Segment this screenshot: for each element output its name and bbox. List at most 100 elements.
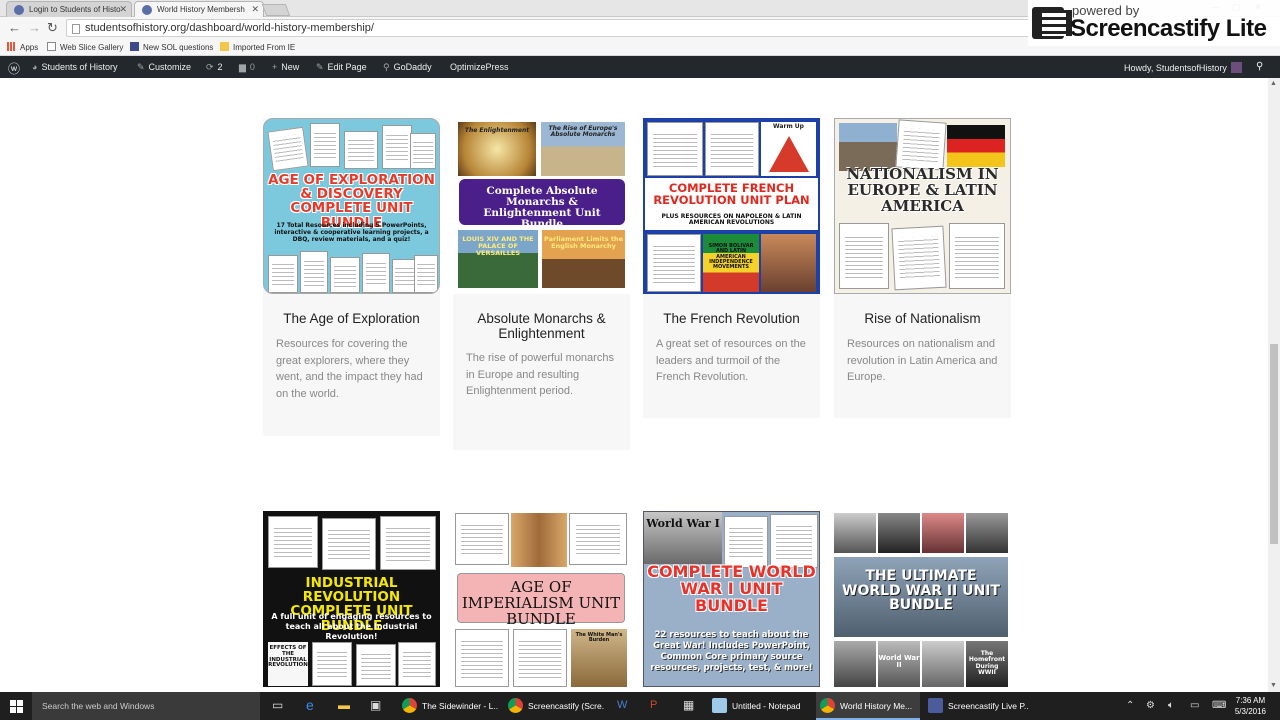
taskbar-app-screencastify[interactable]: Screencastify (Scre...: [504, 692, 604, 720]
bookmark-apps[interactable]: Apps: [7, 42, 38, 52]
product-thumbnail[interactable]: INDUSTRIAL REVOLUTION COMPLETE UNIT BUND…: [263, 511, 440, 687]
worksheet-image: [382, 125, 412, 169]
worksheet-image: [770, 514, 818, 568]
back-arrow-icon[interactable]: ←: [8, 20, 21, 35]
admin-godaddy-link[interactable]: ⚲ GoDaddy: [383, 62, 432, 73]
file-explorer-icon[interactable]: ▬: [338, 698, 350, 712]
admin-customize-link[interactable]: ✎ Customize: [137, 62, 191, 73]
wordpress-logo-icon[interactable]: ⓦ: [8, 60, 20, 77]
product-card-industrial-revolution[interactable]: INDUSTRIAL REVOLUTION COMPLETE UNIT BUND…: [263, 511, 440, 692]
wp-admin-bar: ⓦ ◕ Students of History ✎ Customize ⟳ 2 ▆ 0 …: [0, 56, 1280, 78]
admin-godaddy-label: GoDaddy: [393, 62, 432, 72]
admin-edit-page-link[interactable]: ✎ Edit Page: [316, 62, 367, 73]
worksheet-image: [410, 133, 436, 169]
taskbar-app-notepad[interactable]: Untitled - Notepad: [708, 692, 812, 720]
tab-login[interactable]: Login to Students of Histo ✕: [6, 1, 132, 17]
thumbnail-photo: [947, 125, 1005, 167]
tray-chevron-icon[interactable]: ⌃: [1126, 700, 1134, 711]
product-thumbnail[interactable]: AGE OF EXPLORATION & DISCOVERY COMPLETE …: [263, 118, 440, 294]
taskbar-app-world-history[interactable]: World History Me...: [816, 692, 920, 720]
product-thumbnail[interactable]: NATIONALISM IN EUROPE & LATIN AMERICA: [834, 118, 1011, 294]
product-title[interactable]: The French Revolution: [643, 311, 820, 326]
product-title[interactable]: The Age of Exploration: [263, 311, 440, 326]
product-card-exploration[interactable]: AGE OF EXPLORATION & DISCOVERY COMPLETE …: [263, 118, 440, 436]
bookmark-web-slice[interactable]: Web Slice Gallery: [47, 42, 123, 52]
product-card-imperialism[interactable]: AGE OF IMPERIALISM UNIT BUNDLE The White…: [453, 511, 630, 692]
admin-new-link[interactable]: + New: [272, 62, 299, 72]
taskbar-clock[interactable]: 7:36 AM 5/3/2016: [1235, 695, 1266, 717]
site-favicon-icon: [14, 5, 24, 15]
thumbnail-photo: World War II: [878, 641, 920, 687]
calculator-icon[interactable]: ▦: [683, 698, 694, 712]
product-title[interactable]: Rise of Nationalism: [834, 311, 1011, 326]
admin-site-link[interactable]: ◕ Students of History: [32, 62, 117, 72]
product-thumbnail[interactable]: The Enlightenment The Rise of Europe's A…: [453, 118, 630, 294]
product-card-nationalism[interactable]: NATIONALISM IN EUROPE & LATIN AMERICA Ri…: [834, 118, 1011, 418]
product-card-absolute-monarchs[interactable]: The Enlightenment The Rise of Europe's A…: [453, 118, 630, 450]
worksheet-image: [895, 119, 947, 171]
product-thumbnail[interactable]: AGE OF IMPERIALISM UNIT BUNDLE The White…: [453, 511, 630, 687]
tray-app-icon[interactable]: ⚙: [1146, 700, 1155, 711]
brush-icon: ✎: [137, 62, 145, 72]
scroll-down-icon[interactable]: ▼: [1270, 682, 1277, 689]
word-icon[interactable]: W: [617, 699, 627, 711]
bookmark-folder-ie[interactable]: Imported From IE: [220, 42, 295, 52]
volume-icon[interactable]: 🔈︎: [1168, 700, 1174, 711]
worksheet-image: [705, 122, 759, 176]
thumbnail-headline: AGE OF IMPERIALISM UNIT BUNDLE: [461, 578, 621, 628]
page-icon: [72, 24, 80, 34]
thumbnail-photo: World War I: [644, 512, 722, 564]
admin-comments-link[interactable]: ▆ 0: [239, 62, 255, 73]
admin-account-link[interactable]: Howdy, StudentsofHistory: [1124, 62, 1242, 73]
admin-customize-label: Customize: [148, 62, 192, 72]
page-scrollbar[interactable]: ▲ ▼: [1268, 78, 1280, 692]
worksheet-image: [398, 642, 436, 686]
network-icon[interactable]: ▭: [1190, 700, 1199, 711]
admin-updates-link[interactable]: ⟳ 2: [206, 62, 223, 73]
godaddy-icon: ⚲: [383, 62, 390, 72]
product-card-world-war-i[interactable]: World War I COMPLETE WORLD WAR I UNIT BU…: [643, 511, 820, 692]
worksheet-image: [267, 126, 309, 172]
thumbnail-caption: EFFECTS OF THE INDUSTRIAL REVOLUTION: [268, 645, 308, 669]
taskbar-app-label: Screencastify (Scre...: [528, 701, 604, 711]
thumbnail-subtitle: PLUS RESOURCES ON NAPOLEON & LATIN AMERI…: [661, 213, 802, 227]
thumbnail-photo: [761, 234, 816, 292]
scroll-up-icon[interactable]: ▲: [1270, 80, 1277, 87]
thumbnail-subtitle: 17 Total Resources including 5 PowerPoin…: [274, 222, 429, 244]
plus-icon: +: [272, 62, 278, 72]
product-card-world-war-ii[interactable]: THE ULTIMATE WORLD WAR II UNIT BUNDLE Wo…: [834, 511, 1011, 692]
worksheet-image: [414, 255, 438, 293]
product-thumbnail[interactable]: THE ULTIMATE WORLD WAR II UNIT BUNDLE Wo…: [834, 511, 1011, 687]
close-icon[interactable]: ✕: [251, 4, 259, 15]
taskbar-app-screencastify-live[interactable]: Screencastify Live P...: [924, 692, 1028, 720]
task-view-icon[interactable]: ▭: [272, 698, 283, 712]
new-tab-button[interactable]: [261, 4, 291, 16]
admin-optimizepress-link[interactable]: OptimizePress: [450, 62, 509, 72]
site-favicon-icon: [142, 5, 152, 15]
product-thumbnail[interactable]: Warm Up COMPLETE FRENCH REVOLUTION UNIT …: [643, 118, 820, 294]
windows-start-icon[interactable]: [10, 700, 23, 713]
admin-new-label: New: [281, 62, 300, 72]
product-thumbnail[interactable]: World War I COMPLETE WORLD WAR I UNIT BU…: [643, 511, 820, 687]
search-icon[interactable]: ⚲: [1256, 61, 1263, 72]
tab-label: World History Membersh: [157, 5, 245, 14]
product-title[interactable]: Absolute Monarchs & Enlightenment: [453, 311, 630, 341]
tab-world-history[interactable]: World History Membersh ✕: [134, 1, 264, 17]
bookmark-sol[interactable]: New SOL questions: [130, 42, 213, 52]
edge-icon[interactable]: e: [306, 697, 314, 713]
forward-arrow-icon[interactable]: →: [28, 20, 41, 35]
powerpoint-icon[interactable]: P: [650, 699, 657, 711]
watermark-line2: Screencastify Lite: [1070, 15, 1267, 42]
page-icon: [47, 42, 56, 51]
worksheet-image: [322, 518, 376, 570]
taskbar-search-box[interactable]: Search the web and Windows: [32, 692, 260, 720]
scrollbar-thumb[interactable]: [1270, 344, 1278, 544]
close-icon[interactable]: ✕: [119, 4, 127, 15]
taskbar-search-placeholder: Search the web and Windows: [42, 701, 155, 711]
product-card-french-revolution[interactable]: Warm Up COMPLETE FRENCH REVOLUTION UNIT …: [643, 118, 820, 418]
taskbar-app-sidewinder[interactable]: The Sidewinder - L...: [398, 692, 498, 720]
thumbnail-caption: The White Man's Burden: [575, 632, 623, 644]
keyboard-icon[interactable]: ⌨: [1212, 700, 1226, 711]
reload-icon[interactable]: ↻: [47, 20, 58, 36]
store-icon[interactable]: ▣: [370, 698, 381, 712]
